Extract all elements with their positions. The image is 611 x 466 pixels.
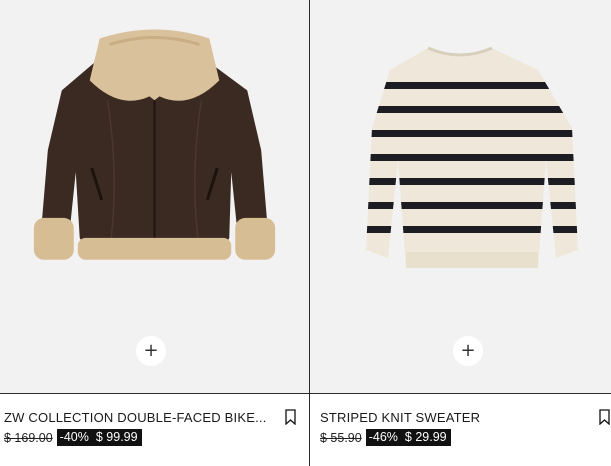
discount-badge: -46% [365,429,401,446]
product-grid: + ZW COLLECTION DOUBLE-FACED BIKE... $ 1… [0,0,611,466]
product-name[interactable]: ZW COLLECTION DOUBLE-FACED BIKE... [4,410,276,425]
shearling-jacket-image [33,29,276,260]
product-info: STRIPED KNIT SWEATER $ 55.90 -46% $ 29.9… [310,394,611,466]
sale-price: $ 29.99 [400,429,451,446]
product-name[interactable]: STRIPED KNIT SWEATER [320,410,580,425]
bookmark-icon[interactable] [285,409,296,425]
original-price: $ 169.00 [4,430,53,445]
discount-badge: -40% [56,429,92,446]
original-price: $ 55.90 [320,430,362,445]
plus-icon: + [143,340,159,361]
add-to-cart-button[interactable]: + [453,336,483,366]
price-row: $ 169.00 -40% $ 99.99 [4,429,142,446]
product-image[interactable]: + [310,0,611,393]
sale-price: $ 99.99 [91,429,142,446]
product-info: ZW COLLECTION DOUBLE-FACED BIKE... $ 169… [0,394,309,466]
plus-icon: + [460,340,476,361]
bookmark-icon[interactable] [599,409,610,425]
product-card[interactable]: + STRIPED KNIT SWEATER $ 55.90 -46% $ 29… [310,0,611,466]
striped-sweater-image [366,46,578,268]
product-card[interactable]: + ZW COLLECTION DOUBLE-FACED BIKE... $ 1… [0,0,310,466]
price-row: $ 55.90 -46% $ 29.99 [320,429,451,446]
add-to-cart-button[interactable]: + [136,336,166,366]
product-image[interactable]: + [0,0,309,393]
